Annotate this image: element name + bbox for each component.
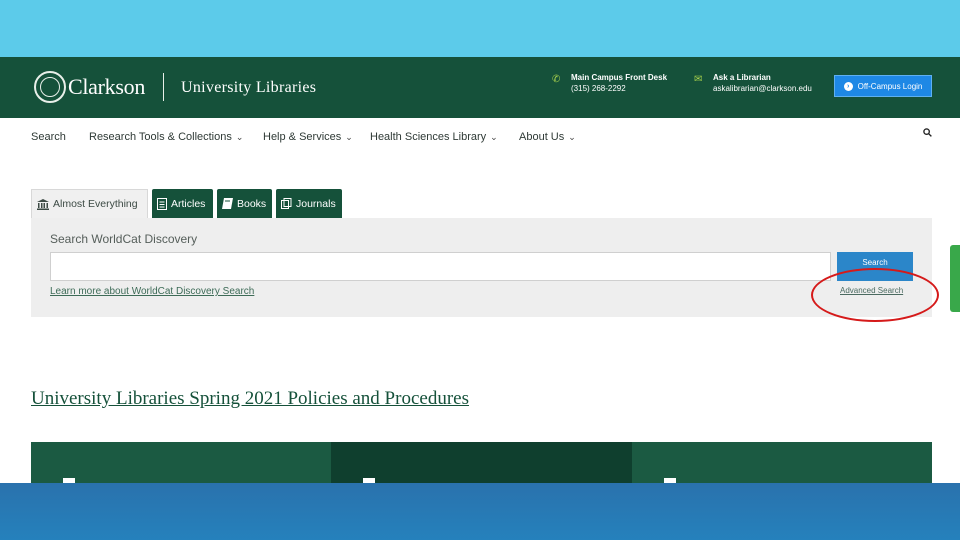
nav-item-search[interactable]: Search [31, 131, 66, 143]
chevron-down-icon: ⌄ [568, 132, 576, 142]
feature-card[interactable] [632, 442, 932, 483]
feature-card[interactable] [31, 442, 331, 483]
site-header: Clarkson University Libraries ✆ Main Cam… [0, 57, 960, 118]
search-title: Search WorldCat Discovery [50, 232, 198, 246]
nav-item-about-us[interactable]: About Us ⌄ [519, 131, 576, 143]
phone-icon: ✆ [552, 74, 561, 85]
feature-card[interactable] [331, 442, 632, 483]
brand-divider [163, 73, 164, 101]
slide-bottom-band [0, 483, 960, 540]
chevron-down-icon: ⌄ [490, 132, 498, 142]
nav-item-help-services[interactable]: Help & Services ⌄ [263, 131, 353, 143]
search-panel: Search WorldCat Discovery Search Learn m… [31, 218, 932, 317]
book-icon [222, 198, 233, 209]
off-campus-login-button[interactable]: › Off-Campus Login [834, 75, 932, 97]
login-label: Off-Campus Login [857, 81, 923, 91]
search-icon[interactable] [923, 128, 932, 137]
contact-front-desk[interactable]: ✆ Main Campus Front Desk (315) 268-2292 [552, 72, 668, 94]
tab-journals[interactable]: Journals [276, 189, 342, 218]
contact-value: askalibrarian@clarkson.edu [713, 84, 812, 93]
contact-value: (315) 268-2292 [571, 84, 626, 93]
tab-articles[interactable]: Articles [152, 189, 213, 218]
contact-label: Main Campus Front Desk [571, 73, 668, 82]
feature-cards [31, 442, 932, 483]
policies-heading-link[interactable]: University Libraries Spring 2021 Policie… [31, 388, 469, 410]
contact-ask-librarian[interactable]: ✉ Ask a Librarian askalibrarian@clarkson… [694, 72, 812, 94]
nav-item-research-tools[interactable]: Research Tools & Collections ⌄ [89, 131, 243, 143]
learn-more-link[interactable]: Learn more about WorldCat Discovery Sear… [50, 286, 254, 297]
brand-name[interactable]: Clarkson [68, 74, 145, 100]
main-nav: Search Research Tools & Collections ⌄ Hel… [0, 118, 960, 156]
chevron-down-icon: ⌄ [345, 132, 353, 142]
contact-label: Ask a Librarian [713, 73, 771, 82]
mail-icon: ✉ [694, 74, 703, 85]
building-icon [37, 198, 49, 210]
site-name[interactable]: University Libraries [181, 79, 316, 97]
feedback-side-tab[interactable] [950, 245, 960, 312]
tab-almost-everything[interactable]: Almost Everything [31, 189, 148, 218]
chevron-down-icon: ⌄ [235, 132, 244, 142]
nav-item-health-sciences[interactable]: Health Sciences Library ⌄ [370, 131, 498, 143]
tab-books[interactable]: Books [217, 189, 272, 218]
article-icon [157, 197, 167, 210]
clarkson-seal-logo[interactable] [34, 71, 66, 103]
search-input[interactable] [50, 252, 831, 281]
slide-top-band [0, 0, 960, 57]
annotation-circle [811, 268, 939, 322]
arrow-circle-icon: › [843, 81, 853, 91]
journal-icon [281, 198, 292, 209]
